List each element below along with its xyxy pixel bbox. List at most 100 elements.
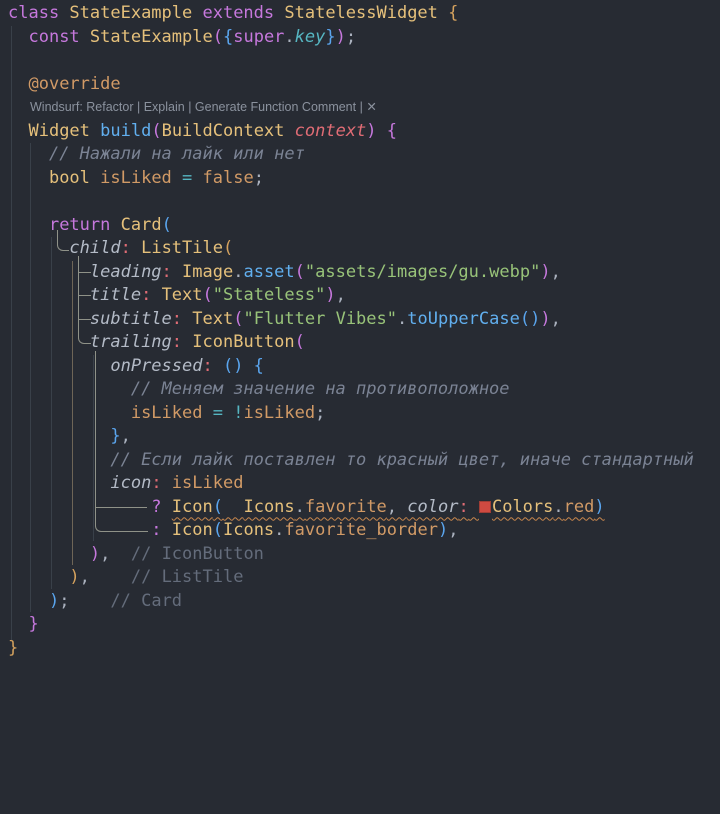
code-token: ) [594, 497, 604, 517]
code-token [8, 74, 28, 94]
code-token: BuildContext [162, 121, 285, 141]
code-token: } [110, 426, 120, 446]
code-line[interactable]: const StateExample({super.key}); [8, 26, 694, 50]
code-line[interactable]: } [8, 637, 694, 661]
code-line[interactable]: }, [8, 425, 694, 449]
code-token: () [520, 309, 540, 329]
code-token: asset [243, 262, 294, 282]
code-token [8, 520, 151, 540]
code-token: ) [325, 285, 335, 305]
code-token: isLiked [131, 403, 203, 423]
code-line[interactable]: title: Text("Stateless"), [8, 284, 694, 308]
code-token: , [448, 520, 458, 540]
code-token: . [295, 497, 305, 517]
code-line[interactable]: bool isLiked = false; [8, 167, 694, 191]
code-line[interactable]: class StateExample extends StatelessWidg… [8, 2, 694, 26]
code-line[interactable] [8, 49, 694, 73]
code-line[interactable]: return Card( [8, 214, 694, 238]
code-line[interactable]: child: ListTile( [8, 237, 694, 261]
code-line[interactable]: icon: isLiked [8, 472, 694, 496]
codelens-action-refactor[interactable]: Refactor [86, 100, 133, 114]
code-line[interactable]: @override [8, 73, 694, 97]
code-line[interactable]: // Если лайк поставлен то красный цвет, … [8, 449, 694, 473]
code-line[interactable]: ? Icon( Icons.favorite, color: Colors.re… [8, 496, 694, 520]
code-token: . [233, 262, 243, 282]
code-line[interactable] [8, 190, 694, 214]
codelens-action-generate-function-comment[interactable]: Generate Function Comment [195, 100, 356, 114]
code-token: . [397, 309, 407, 329]
code-token: , [387, 497, 407, 517]
code-token: ( [295, 332, 305, 352]
codelens-bar: Windsurf: Refactor | Explain | Generate … [8, 96, 694, 120]
code-area: class StateExample extends StatelessWidg… [0, 0, 694, 660]
code-line[interactable]: isLiked = !isLiked; [8, 402, 694, 426]
code-line[interactable]: // Меняем значение на противоположное [8, 378, 694, 402]
code-token [469, 497, 479, 517]
code-token: favorite_border [284, 520, 438, 540]
code-token [8, 450, 110, 470]
code-token: , [100, 544, 110, 564]
code-token: : [151, 473, 161, 493]
code-token: Icon [172, 520, 213, 540]
code-token: Text [182, 309, 233, 329]
code-token [8, 544, 90, 564]
code-token: ? [151, 497, 171, 517]
code-token: title [90, 285, 141, 305]
code-editor[interactable]: class StateExample extends StatelessWidg… [0, 0, 720, 814]
code-token: // Нажали на лайк или нет [49, 144, 305, 164]
code-token [8, 614, 28, 634]
code-token: } [325, 27, 335, 47]
code-token: ( [295, 262, 305, 282]
code-token: : [172, 332, 182, 352]
code-line[interactable]: Widget build(BuildContext context) { [8, 120, 694, 144]
code-token [8, 332, 90, 352]
code-token: = [202, 403, 222, 423]
color-preview-swatch[interactable] [479, 501, 491, 513]
code-token [8, 285, 90, 305]
code-token: false [192, 168, 253, 188]
code-line[interactable]: leading: Image.asset("assets/images/gu.w… [8, 261, 694, 285]
code-token: ( [233, 309, 243, 329]
code-token: . [284, 27, 294, 47]
closing-label: // IconButton [110, 544, 264, 564]
code-line[interactable]: onPressed: () { [8, 355, 694, 379]
code-token [8, 567, 69, 587]
code-token: ; [59, 591, 69, 611]
code-token: = [172, 168, 192, 188]
code-token: ; [315, 403, 325, 423]
code-token: ( [213, 520, 223, 540]
code-token: Card [110, 215, 161, 235]
code-token: ) [69, 567, 79, 587]
code-token [8, 379, 131, 399]
code-token: Image [172, 262, 233, 282]
code-line[interactable]: } [8, 613, 694, 637]
code-token: leading [90, 262, 162, 282]
code-token: () { [213, 356, 264, 376]
code-token: ( [213, 497, 223, 517]
code-line[interactable]: : Icon(Icons.favorite_border), [8, 519, 694, 543]
code-token: StateExample [59, 3, 192, 23]
code-line[interactable]: subtitle: Text("Flutter Vibes".toUpperCa… [8, 308, 694, 332]
codelens-dismiss-icon[interactable]: ✕ [366, 100, 376, 114]
code-token: Colors [492, 497, 553, 517]
code-token [8, 426, 110, 446]
code-token: . [274, 520, 284, 540]
codelens-action-explain[interactable]: Explain [144, 100, 185, 114]
code-token: ( [162, 215, 172, 235]
code-line[interactable]: trailing: IconButton( [8, 331, 694, 355]
code-token [8, 121, 28, 141]
code-line[interactable]: // Нажали на лайк или нет [8, 143, 694, 167]
code-token: const [28, 27, 79, 47]
code-token: ) [49, 591, 59, 611]
code-token [8, 591, 49, 611]
code-line[interactable]: ), // ListTile [8, 566, 694, 590]
code-token: , [121, 426, 131, 446]
code-token: ) [366, 121, 376, 141]
code-token [8, 238, 69, 258]
code-token: build [90, 121, 151, 141]
code-token: ( [223, 238, 233, 258]
code-token: } [8, 638, 18, 658]
code-token: red [564, 497, 595, 517]
code-line[interactable]: ); // Card [8, 590, 694, 614]
code-line[interactable]: ), // IconButton [8, 543, 694, 567]
